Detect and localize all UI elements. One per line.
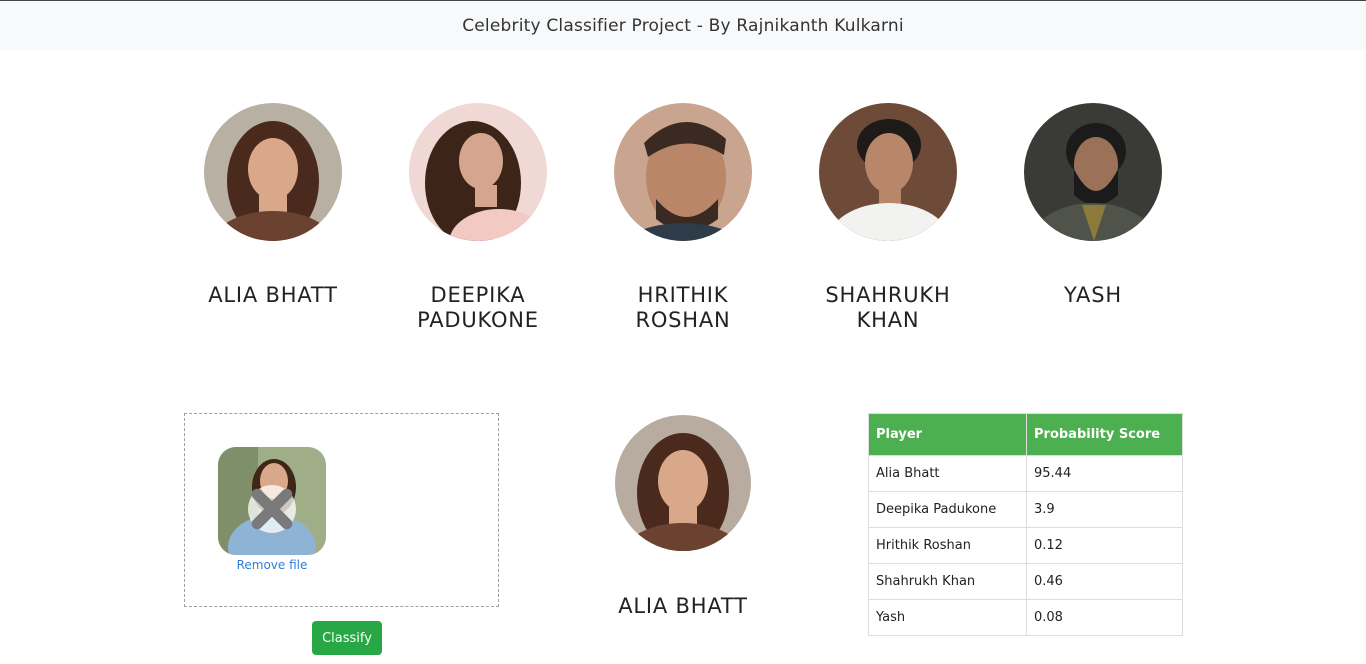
remove-file-link[interactable]: Remove file	[218, 558, 326, 572]
column-header-probability-score: Probability Score	[1026, 413, 1183, 456]
page-title: Celebrity Classifier Project - By Rajnik…	[462, 15, 904, 36]
yash-photo	[1024, 103, 1162, 241]
column-header-player: Player	[868, 413, 1027, 456]
celebrity-name: DEEPIKA PADUKONE	[417, 283, 539, 332]
uploaded-photo-thumbnail	[218, 447, 326, 555]
celebrity-name: HRITHIK ROSHAN	[635, 283, 731, 332]
alia-bhatt-photo	[204, 103, 342, 241]
result-photo	[615, 415, 751, 551]
celebrity-card-alia-bhatt: ALIA BHATT	[193, 103, 353, 308]
classify-button[interactable]: Classify	[312, 621, 382, 655]
table-row: Deepika Padukone 3.9	[868, 491, 1183, 528]
celebrity-name: ALIA BHATT	[208, 283, 338, 307]
score-cell: 0.46	[1026, 563, 1183, 600]
player-cell: Deepika Padukone	[868, 491, 1027, 528]
shahrukh-khan-photo	[819, 103, 957, 241]
score-cell: 0.12	[1026, 527, 1183, 564]
celebrity-card-yash: YASH	[1013, 103, 1173, 308]
score-cell: 3.9	[1026, 491, 1183, 528]
score-cell: 95.44	[1026, 455, 1183, 492]
table-row: Shahrukh Khan 0.46	[868, 563, 1183, 600]
celebrity-name: YASH	[1064, 283, 1122, 307]
table-row: Hrithik Roshan 0.12	[868, 527, 1183, 564]
celebrity-name: SHAHRUKH KHAN	[825, 283, 951, 332]
upload-dropzone[interactable]: Remove file	[184, 413, 499, 607]
celebrity-card-shahrukh-khan: SHAHRUKH KHAN	[808, 103, 968, 333]
probability-table: Player Probability Score Alia Bhatt 95.4…	[868, 413, 1183, 636]
table-row: Alia Bhatt 95.44	[868, 455, 1183, 492]
celebrity-card-hrithik-roshan: HRITHIK ROSHAN	[603, 103, 763, 333]
close-icon[interactable]	[248, 485, 296, 533]
result-card: ALIA BHATT	[603, 415, 763, 619]
score-cell: 0.08	[1026, 599, 1183, 636]
player-cell: Hrithik Roshan	[868, 527, 1027, 564]
player-cell: Yash	[868, 599, 1027, 636]
hrithik-roshan-photo	[614, 103, 752, 241]
celebrity-card-deepika-padukone: DEEPIKA PADUKONE	[398, 103, 558, 333]
player-cell: Alia Bhatt	[868, 455, 1027, 492]
table-header-row: Player Probability Score	[868, 413, 1183, 456]
table-row: Yash 0.08	[868, 599, 1183, 636]
player-cell: Shahrukh Khan	[868, 563, 1027, 600]
result-name: ALIA BHATT	[618, 594, 748, 618]
navbar: Celebrity Classifier Project - By Rajnik…	[0, 0, 1366, 50]
deepika-padukone-photo	[409, 103, 547, 241]
